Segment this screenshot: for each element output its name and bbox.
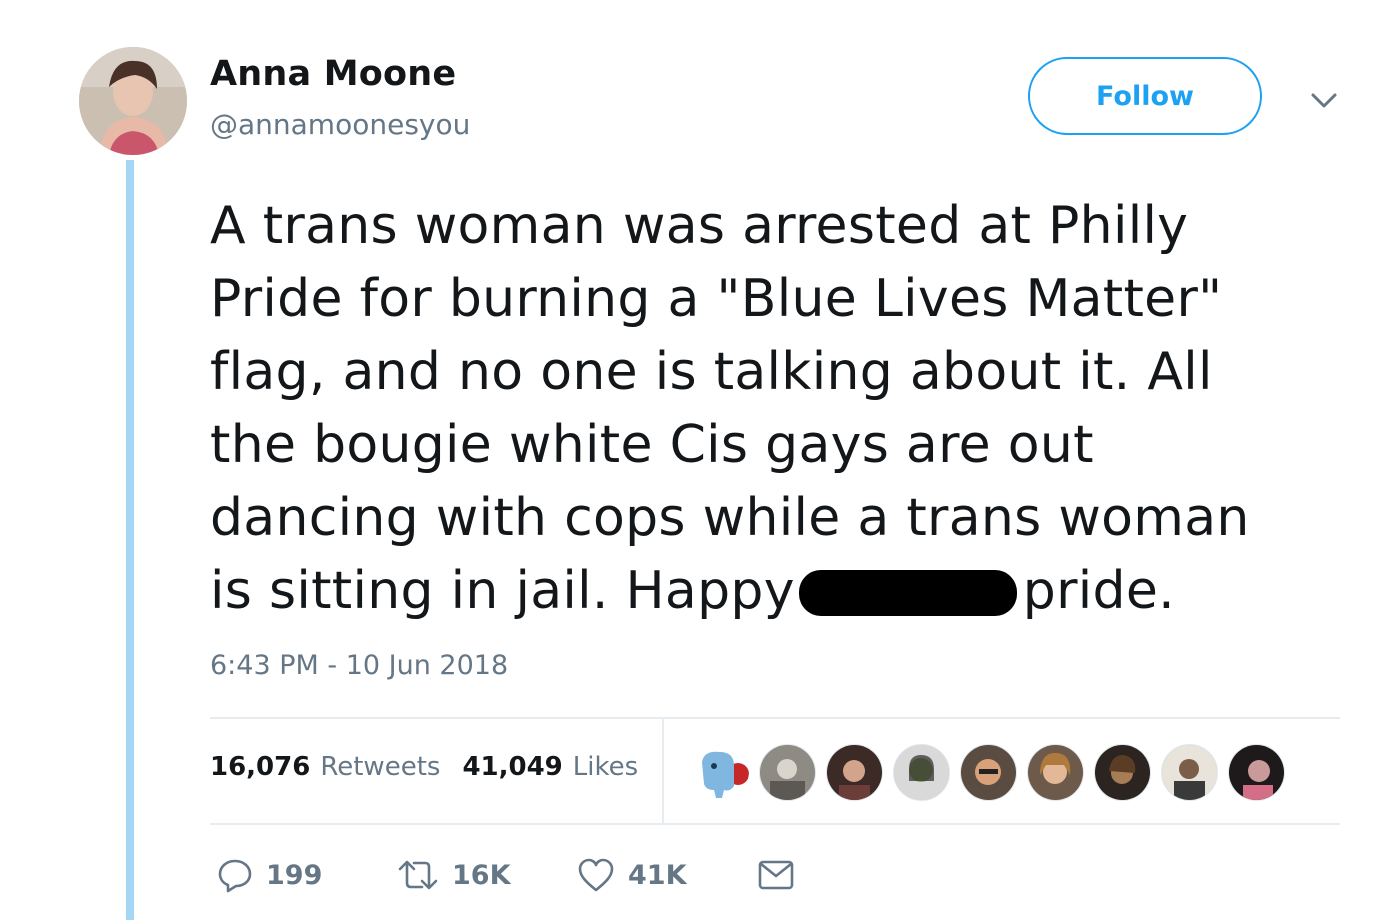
tweet-line: the bougie white Cis gays are out	[210, 415, 1094, 475]
heart-icon	[576, 856, 616, 894]
retweets-label: Retweets	[320, 752, 441, 782]
likes-stat[interactable]: 41,049 Likes	[462, 752, 638, 782]
likes-label: Likes	[572, 752, 639, 782]
liker-avatar[interactable]	[893, 744, 950, 801]
retweet-button[interactable]: 16K	[396, 856, 576, 894]
retweet-count: 16K	[452, 859, 511, 891]
retweets-stat[interactable]: 16,076 Retweets	[210, 752, 440, 782]
tweet-line: Pride for burning a "Blue Lives Matter"	[210, 269, 1223, 329]
tweet-line: dancing with cops while a trans woman	[210, 488, 1250, 548]
tweet-line-last-after: pride.	[1022, 561, 1175, 621]
tweet-line-last: is sitting in jail. Happy pride.	[210, 555, 1350, 628]
retweets-count: 16,076	[210, 752, 311, 782]
reply-button[interactable]: 199	[216, 856, 396, 894]
tweet-line: A trans woman was arrested at Philly	[210, 196, 1189, 256]
thread-line	[126, 160, 134, 920]
redaction-bar	[798, 570, 1017, 616]
liker-avatar[interactable]	[694, 744, 749, 799]
like-count: 41K	[628, 859, 687, 891]
liker-avatar[interactable]	[1027, 744, 1084, 801]
tweet-text: A trans woman was arrested at Philly Pri…	[210, 190, 1350, 628]
liker-avatar[interactable]	[1094, 744, 1151, 801]
envelope-icon	[756, 856, 796, 894]
liker-avatar[interactable]	[759, 744, 816, 801]
divider-bottom	[210, 823, 1340, 825]
likes-count: 41,049	[462, 752, 563, 782]
user-avatar[interactable]	[79, 47, 187, 155]
chevron-down-icon[interactable]	[1308, 86, 1340, 114]
direct-message-button[interactable]	[756, 856, 796, 894]
liker-avatar[interactable]	[1228, 744, 1285, 801]
retweet-icon	[396, 856, 440, 894]
user-display-name[interactable]: Anna Moone	[210, 54, 456, 94]
liker-avatar[interactable]	[826, 744, 883, 801]
user-handle[interactable]: @annamoonesyou	[210, 108, 470, 141]
stats-separator	[662, 718, 664, 824]
liker-avatar[interactable]	[1161, 744, 1218, 801]
tweet-stats: 16,076 Retweets 41,049 Likes	[210, 752, 638, 782]
liker-avatar[interactable]	[960, 744, 1017, 801]
liker-avatars	[694, 744, 1285, 801]
reply-count: 199	[266, 859, 323, 891]
follow-button[interactable]: Follow	[1028, 57, 1262, 135]
tweet-line-last-before: is sitting in jail. Happy	[210, 561, 795, 621]
divider-top	[210, 717, 1340, 719]
tweet-actions: 199 16K 41K	[216, 856, 796, 894]
tweet-timestamp[interactable]: 6:43 PM - 10 Jun 2018	[210, 650, 508, 681]
tweet-line: flag, and no one is talking about it. Al…	[210, 342, 1213, 402]
reply-icon	[216, 856, 254, 894]
like-button[interactable]: 41K	[576, 856, 756, 894]
